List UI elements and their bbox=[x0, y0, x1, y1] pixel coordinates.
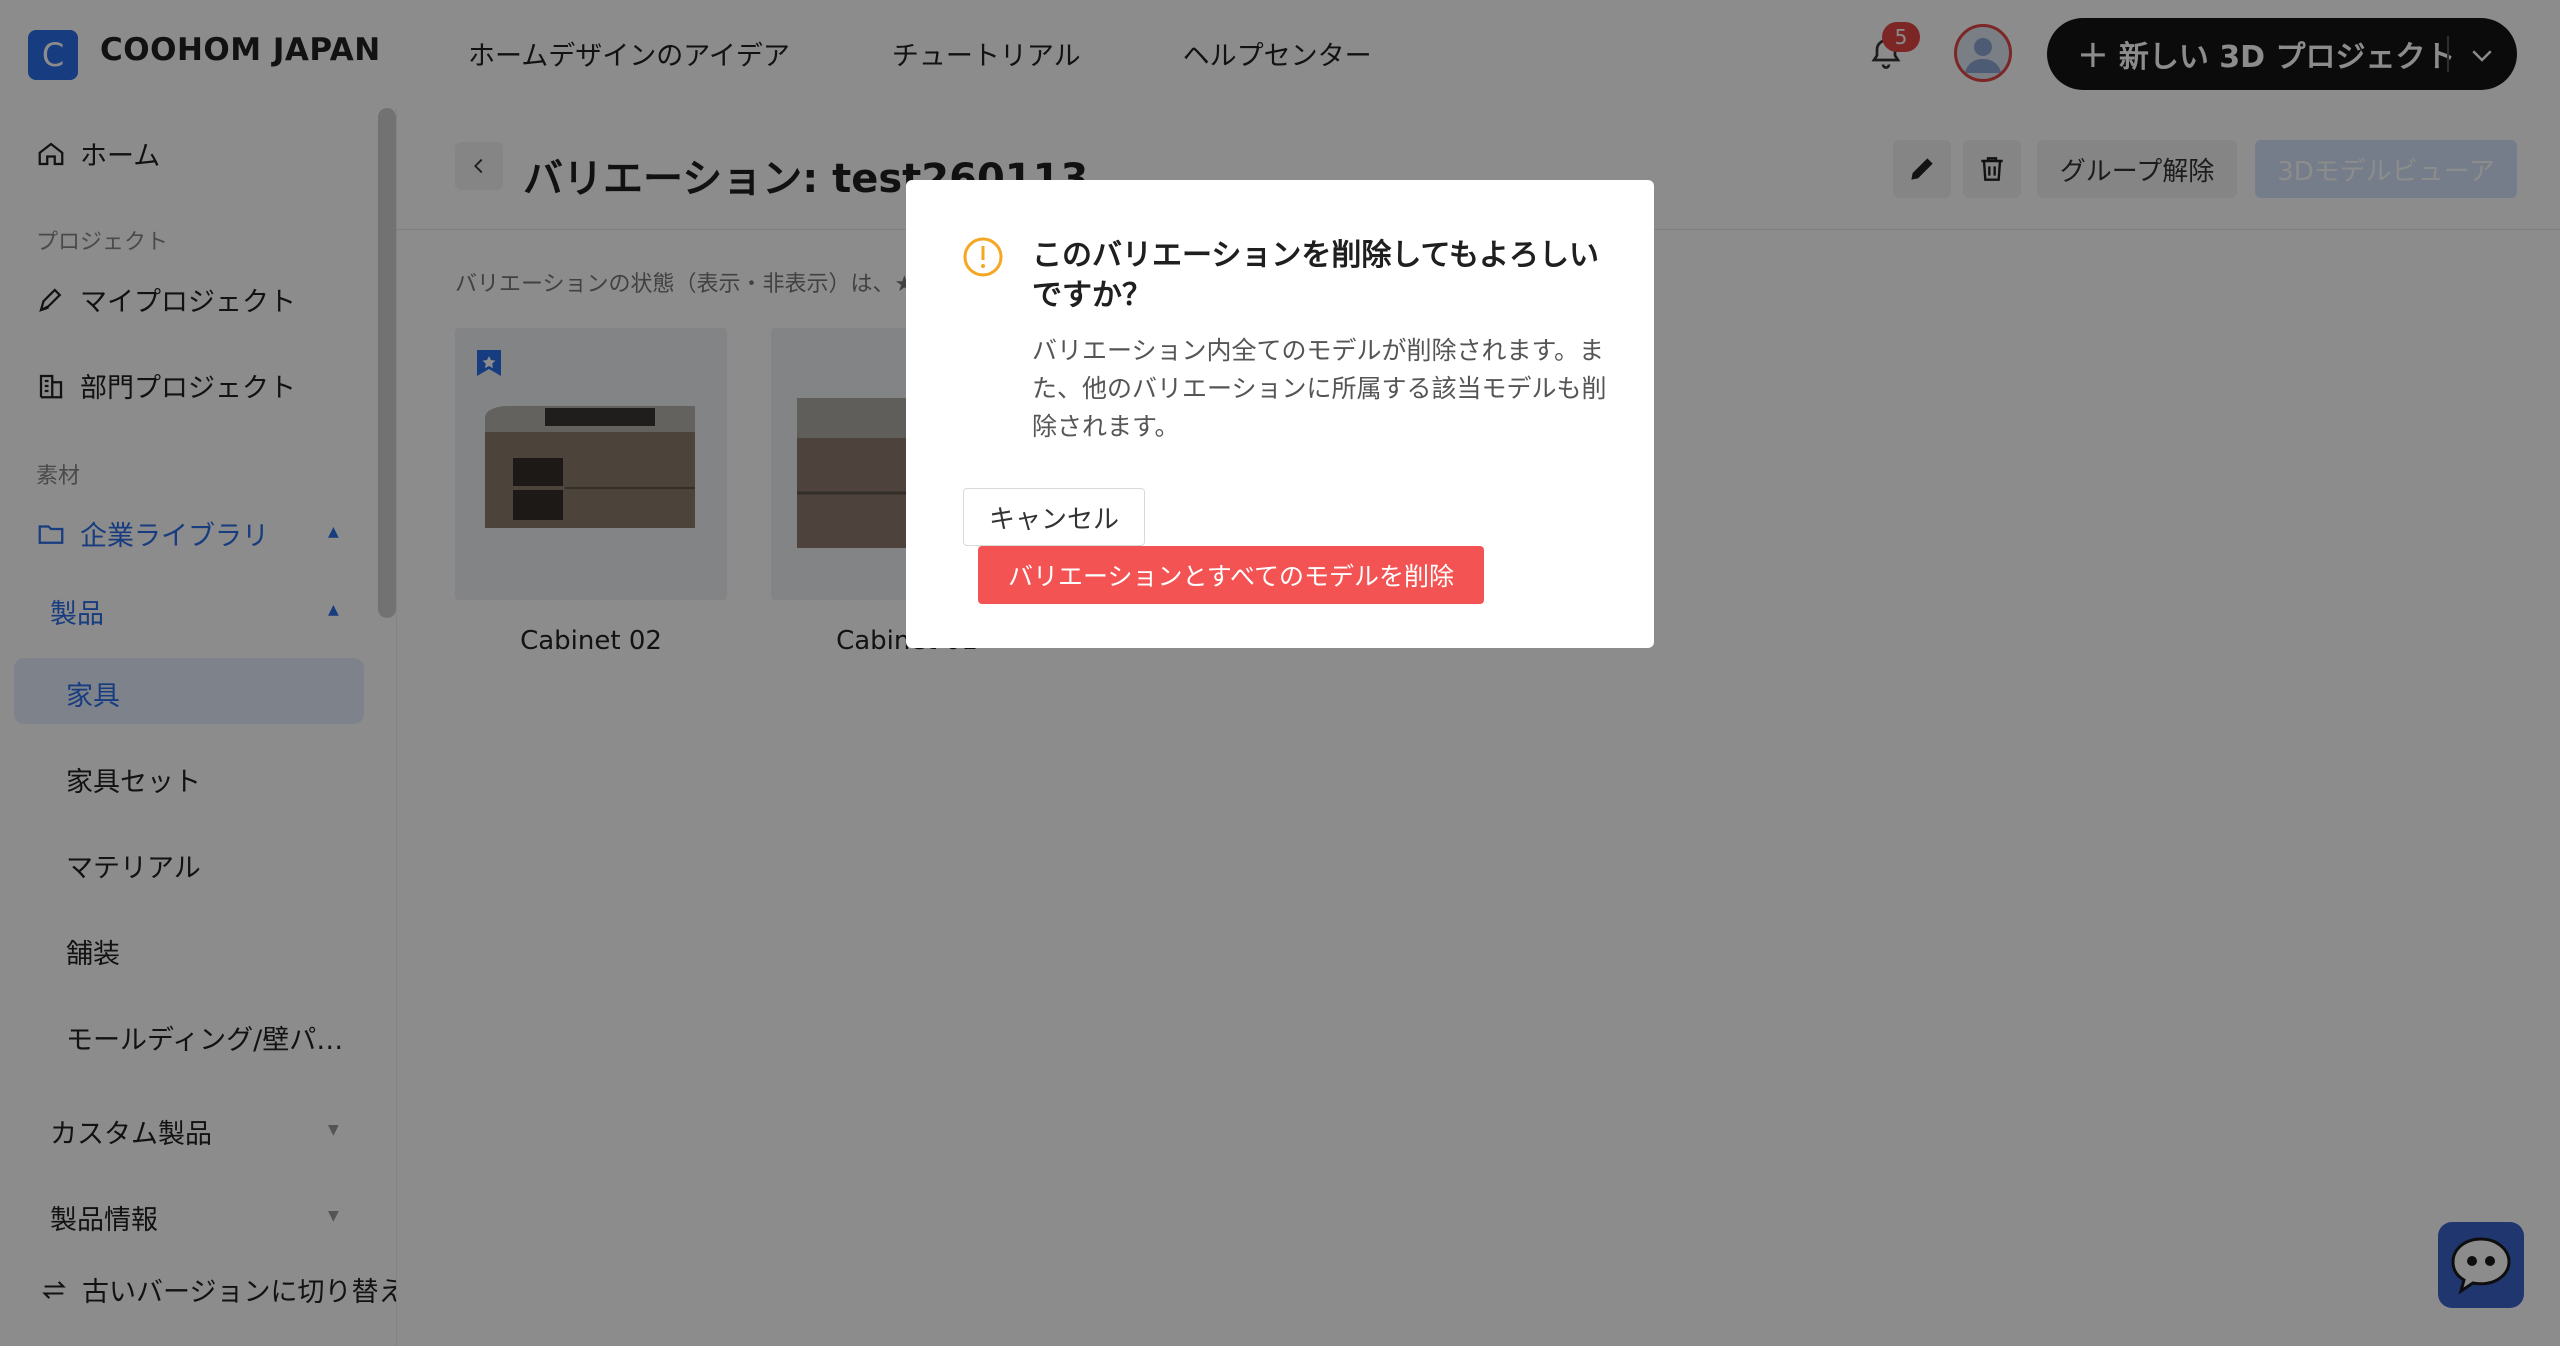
cancel-button[interactable]: キャンセル bbox=[963, 488, 1145, 546]
delete-variation-and-models-button[interactable]: バリエーションとすべてのモデルを削除 bbox=[978, 546, 1484, 604]
dialog-body: バリエーション内全てのモデルが削除されます。また、他のバリエーションに所属する該… bbox=[1032, 336, 1607, 441]
dialog-title: このバリエーションを削除してもよろしいですか？ bbox=[1032, 238, 1599, 313]
app-root: C COOHOM JAPAN ホームデザインのアイデア チュートリアル ヘルプセ… bbox=[0, 0, 2560, 1346]
confirm-delete-dialog: このバリエーションを削除してもよろしいですか？ バリエーション内全てのモデルが削… bbox=[906, 180, 1654, 648]
warning-icon bbox=[963, 237, 1003, 277]
